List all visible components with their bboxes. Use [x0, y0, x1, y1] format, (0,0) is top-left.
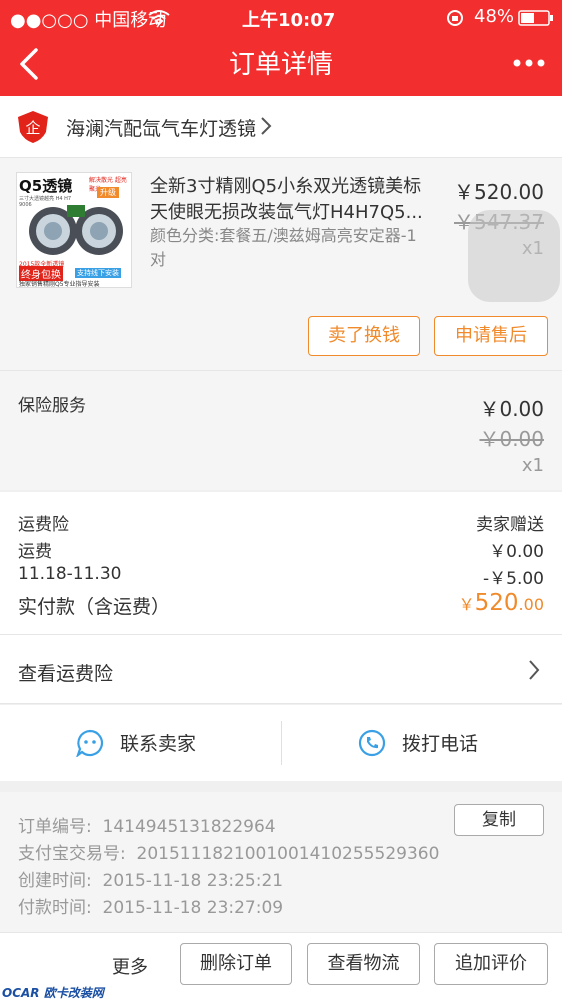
contact-row: 联系卖家 拨打电话 — [0, 705, 562, 781]
product-spec: 颜色分类:套餐五/澳兹姆高亮安定器-1对 — [150, 226, 417, 269]
product-thumbnail[interactable]: Q5透镜 解决散光 超亮聚光 升级 三寸大透镜越亮 H4 H7 9006 201… — [16, 172, 132, 288]
floating-assist-button[interactable] — [468, 210, 560, 302]
paid-time-row: 付款时间: 2015-11-18 23:27:09 — [18, 893, 283, 918]
more-dots-icon[interactable] — [512, 58, 546, 68]
product-title: 全新3寸精刚Q5小糸双光透镜美标天使眼无损改装氙气灯H4H7Q5... — [150, 176, 423, 223]
clock-text: 上午10:07 — [242, 10, 336, 31]
order-number-label: 订单编号: — [18, 817, 92, 837]
insurance-label: 保险服务 — [18, 396, 86, 416]
chevron-right-icon — [261, 117, 272, 135]
chat-bubble-icon — [76, 729, 104, 757]
created-time-value: 2015-11-18 23:25:21 — [102, 871, 284, 891]
wifi-icon — [148, 10, 170, 25]
svg-text:企: 企 — [25, 119, 40, 137]
total-decimals: .00 — [518, 595, 544, 614]
orientation-lock-icon — [447, 10, 463, 26]
sell-button[interactable]: 卖了换钱 — [308, 316, 420, 356]
fee-value: ￥0.00 — [489, 542, 544, 562]
fee-label: 运费险 — [18, 515, 69, 535]
call-label: 拨打电话 — [402, 733, 479, 755]
thumb-brand: Q5透镜 — [19, 177, 73, 195]
chevron-right-icon — [529, 660, 540, 680]
insurance-service: 保险服务 ￥0.00 ￥0.00 x1 — [0, 370, 562, 490]
more-link[interactable]: 更多 — [112, 953, 148, 979]
carrier-text: ●●○○○ 中国移动 — [10, 10, 167, 31]
add-review-button[interactable]: 追加评价 — [434, 943, 548, 985]
headlight-lens-image — [29, 205, 123, 255]
alipay-number-row: 支付宝交易号: 2015111821001001410255529360 — [18, 839, 439, 864]
created-time-label: 创建时间: — [18, 871, 92, 891]
view-logistics-button[interactable]: 查看物流 — [307, 943, 420, 985]
view-freight-insurance-label: 查看运费险 — [18, 663, 114, 685]
insurance-price: ￥0.00 — [479, 397, 544, 421]
status-bar: ●●○○○ 中国移动 上午10:07 48% — [0, 0, 562, 34]
total-currency: ￥ — [458, 595, 475, 614]
created-time-row: 创建时间: 2015-11-18 23:25:21 — [18, 866, 283, 891]
contact-seller-button[interactable]: 联系卖家 — [76, 727, 216, 761]
alipay-number-label: 支付宝交易号: — [18, 844, 126, 864]
shop-name: 海澜汽配氙气车灯透镜 — [66, 118, 257, 140]
divider — [281, 721, 282, 765]
fee-value: -￥5.00 — [483, 569, 544, 589]
insurance-quantity: x1 — [521, 455, 544, 476]
phone-icon — [358, 729, 386, 757]
header-bar: ●●○○○ 中国移动 上午10:07 48% 订单详情 — [0, 0, 562, 96]
insurance-original-price: ￥0.00 — [479, 427, 544, 451]
delete-order-button[interactable]: 删除订单 — [180, 943, 292, 985]
fee-value: 卖家赠送 — [476, 515, 544, 535]
alipay-number-value: 2015111821001001410255529360 — [136, 844, 440, 864]
total-label: 实付款（含运费） — [18, 596, 171, 618]
fee-label: 11.18-11.30 — [18, 564, 122, 584]
call-button[interactable]: 拨打电话 — [358, 727, 498, 761]
order-number-value: 1414945131822964 — [102, 817, 276, 837]
copy-button[interactable]: 复制 — [454, 804, 544, 836]
thumb-tag2: 升级 — [97, 187, 119, 198]
paid-time-label: 付款时间: — [18, 898, 92, 918]
view-freight-insurance-row[interactable]: 查看运费险 — [0, 634, 562, 704]
total-amount: ￥520.00 — [459, 590, 544, 616]
contact-seller-label: 联系卖家 — [120, 733, 197, 755]
battery-icon — [518, 10, 553, 26]
paid-time-value: 2015-11-18 23:27:09 — [102, 898, 284, 918]
watermark: OCAR 欧卡改装网 — [2, 986, 104, 1000]
after-sale-button[interactable]: 申请售后 — [434, 316, 548, 356]
fee-summary: 运费险 卖家赠送 运费 ￥0.00 11.18-11.30 -￥5.00 实付款… — [0, 492, 562, 634]
product-price: ￥520.00 — [454, 180, 544, 204]
page-title: 订单详情 — [228, 50, 333, 80]
fee-label: 运费 — [18, 542, 52, 562]
battery-text: 48% — [474, 6, 515, 27]
thumb-badge2: 支持线下安装 — [75, 268, 121, 278]
total-integer: 520 — [474, 590, 519, 616]
thumb-bottom: 独家销售精刚Q5专业指导安装 — [19, 281, 100, 288]
shop-logo-icon: 企 — [18, 111, 48, 143]
order-number-row: 订单编号: 1414945131822964 — [18, 812, 276, 837]
shop-row[interactable]: 企 海澜汽配氙气车灯透镜 — [0, 96, 562, 158]
